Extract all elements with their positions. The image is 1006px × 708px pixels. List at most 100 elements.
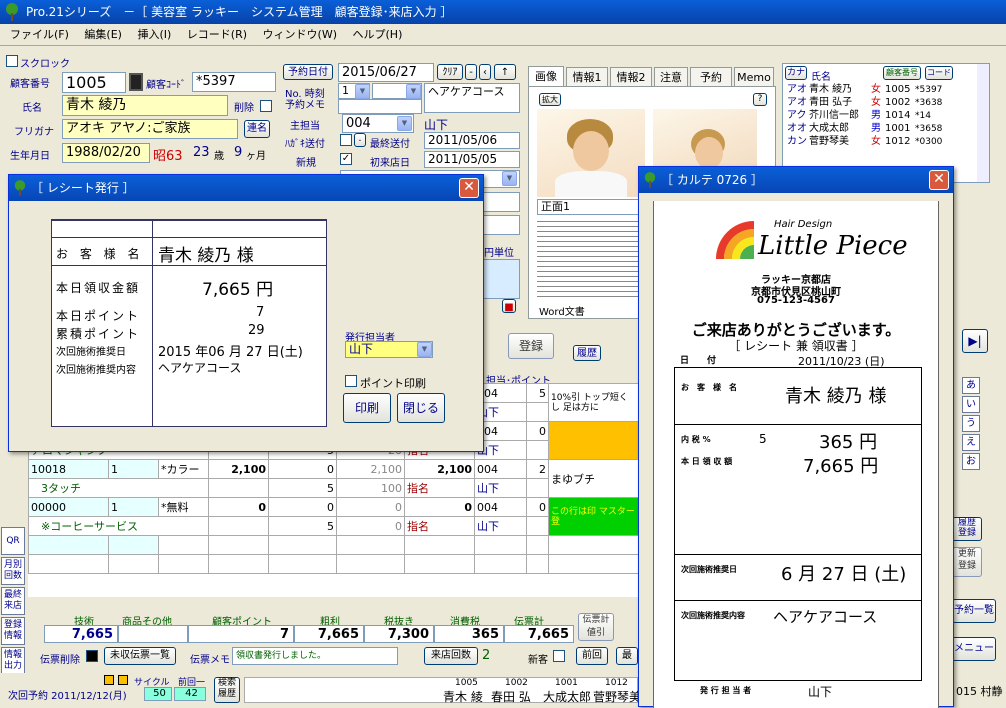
stop-button[interactable]: ■ [502,299,516,313]
sort-code-button[interactable]: コード [925,66,953,80]
kana-o-button[interactable]: お [962,453,980,470]
info-field-2[interactable] [482,215,520,235]
menu-help[interactable]: ヘルプ(H) [347,24,409,46]
memo-select[interactable] [338,99,422,114]
slip-discount-button[interactable]: 伝票計 値引 [578,613,614,641]
close-icon[interactable]: ✕ [929,170,949,190]
reservation-course-field[interactable]: ヘアケアコース [424,83,520,113]
menu-record[interactable]: レコード(R) [181,24,253,46]
previous-button[interactable]: 前回 [576,647,608,665]
postcard-label: ﾊｶﾞｷ送付 [285,139,325,150]
first-visit-date[interactable]: 2011/05/05 [424,151,520,168]
register-button[interactable]: 登録 [508,333,554,359]
postcard-button[interactable]: · [354,133,366,147]
recent-customer[interactable]: 大成太郎 [543,688,591,705]
delete-checkbox[interactable] [260,100,272,112]
document-thumbnail[interactable] [537,219,643,299]
table-row[interactable]: 00000 1 *無料 0 0 0 0 004 0 この行は印 マスター登 [28,497,639,536]
prev-date-button[interactable]: - [465,64,477,80]
list-item[interactable]: オオ 大成太郎男 1001 *3658 [787,122,987,135]
tab-info1[interactable]: 情報1 [566,67,608,87]
kana-i-button[interactable]: い [962,396,980,413]
chevron-down-icon[interactable]: ▼ [417,342,432,357]
menu-insert[interactable]: 挿入(I) [131,24,177,46]
last-button[interactable]: 最 [616,647,638,665]
next-date-button[interactable]: ‹ [479,64,491,80]
menu-button[interactable]: メニュー [952,637,996,661]
reservation-date-field[interactable]: 2015/06/27 [338,63,434,82]
tab-caution[interactable]: 注意 [654,67,688,87]
kana-e-button[interactable]: え [962,434,980,451]
table-row[interactable]: 3タッチ 5 100 指名 山下 [28,478,639,498]
chevron-down-icon[interactable]: ▼ [502,171,517,186]
sort-no-button[interactable]: 顧客番号 [883,66,921,80]
tab-info2[interactable]: 情報2 [610,67,652,87]
customer-photo-front[interactable] [537,109,645,197]
menu-file[interactable]: ファイル(F) [4,24,75,46]
monthly-count-button[interactable]: 月別 回数 [1,557,25,585]
last-sent-date[interactable]: 2011/05/06 [424,132,520,149]
rensou-button[interactable]: 連名 [244,120,270,138]
register-info-button[interactable]: 登録 情報 [1,617,25,645]
customer-no-field[interactable]: 1005 [62,72,126,93]
slip-memo-field[interactable]: 領収書発行しました。 [232,647,398,665]
table-row[interactable]: 10018 1 *カラー 2,100 0 2,100 2,100 004 2 まゆブチ [28,459,639,498]
table-row[interactable] [28,535,639,555]
list-scrollbar[interactable] [977,64,989,182]
list-item[interactable]: アオ 青田 弘子女 1002 *3638 [787,96,987,109]
recent-customer[interactable]: 菅野琴美 [593,688,641,705]
delete-slip-checkbox[interactable] [86,650,98,662]
menu-window[interactable]: ウィンドウ(W) [257,24,343,46]
customer-code-field[interactable]: *5397 [192,72,276,92]
reservation-date-button[interactable]: 予約日付 [283,64,333,80]
tab-reservation[interactable]: 予約 [690,67,732,87]
last-visit-button[interactable]: 最終 来店 [1,587,25,615]
chevron-down-icon[interactable]: ▼ [397,116,412,131]
help-button[interactable]: ? [753,93,767,106]
renew-register-button[interactable]: 更新 登録 [952,547,982,577]
table-row[interactable] [28,554,639,574]
name-field[interactable]: 青木 綾乃 [62,95,228,116]
zoom-button[interactable]: 拡大 [539,93,561,106]
photo-caption[interactable]: 正面1 [537,199,643,215]
point-print-checkbox[interactable] [345,375,357,387]
clear-button[interactable]: ｸﾘｱ [437,64,463,80]
new-customer-checkbox[interactable] [553,650,565,662]
visit-count-button[interactable]: 来店回数 [424,647,478,665]
qr-button[interactable]: QR [1,527,25,555]
last-record-button[interactable]: ▶| [962,329,988,353]
close-icon[interactable]: ✕ [459,178,479,198]
menu-edit[interactable]: 編集(E) [78,24,128,46]
postcard-checkbox[interactable] [340,134,352,146]
birthdate-field[interactable]: 1988/02/20 [62,143,150,163]
list-item[interactable]: アク 芥川信一郎男 1014 *14 [787,109,987,122]
receipt-preview: お 客 様 名 青木 綾乃 様 本日領収金額 7,665 円 本日ポイント 7 … [51,219,327,427]
search-history-button[interactable]: 検索 履歴 [214,677,240,703]
chevron-down-icon[interactable]: ▼ [406,84,421,99]
chevron-down-icon[interactable]: ▼ [355,84,370,99]
barcode-icon[interactable] [129,73,143,91]
recent-customer[interactable]: 春田 弘 [491,688,531,705]
up-button[interactable]: ↑ [494,64,516,80]
furigana-field[interactable]: アオキ アヤノ:ご家族 [62,119,238,139]
history-button[interactable]: 履歴 [573,345,601,361]
history-register-button[interactable]: 履歴 登録 [952,517,982,541]
info-output-button[interactable]: 情報 出力 [1,647,25,675]
print-button[interactable]: 印刷 [343,393,391,423]
info-field-1[interactable] [482,192,520,212]
close-button[interactable]: 閉じる [397,393,445,423]
kana-a-button[interactable]: あ [962,377,980,394]
unpaid-list-button[interactable]: 未収伝票一覧 [104,647,176,665]
recent-customer[interactable]: 青木 綾 [443,688,483,705]
scroll-lock-checkbox[interactable] [6,55,18,67]
new-checkbox[interactable]: ✓ [340,153,352,165]
kana-u-button[interactable]: う [962,415,980,432]
tab-memo[interactable]: Memo [734,67,774,87]
list-item[interactable]: カン 菅野琴美女 1012 *0300 [787,135,987,148]
info-area[interactable] [482,259,520,299]
table-row[interactable]: ※コーヒーサービス 5 0 指名 山下 [28,516,639,536]
sort-kana-button[interactable]: カナ [785,66,807,80]
tab-image[interactable]: 画像 [528,66,564,87]
reservation-list-button[interactable]: 予約一覧 [952,599,996,623]
list-item[interactable]: アオ 青木 綾乃女 1005 *5397 [787,83,987,96]
